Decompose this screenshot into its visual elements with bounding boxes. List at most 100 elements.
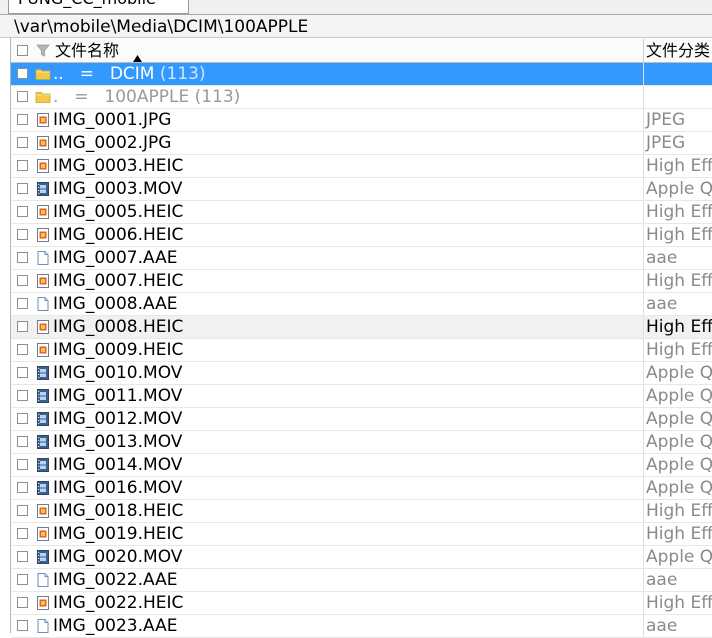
file-row[interactable]: IMG_0012.MOV Apple QuickTime <box>11 408 712 431</box>
file-row[interactable]: IMG_0016.MOV Apple QuickTime <box>11 477 712 500</box>
video-file-icon <box>35 411 51 427</box>
tab-strip: FUNG_CC_mobile <box>0 0 712 15</box>
file-row[interactable]: IMG_0009.HEIC High Efficiency Image <box>11 339 712 362</box>
type-cell: aae <box>646 616 678 636</box>
file-name: IMG_0003.HEIC <box>53 156 184 176</box>
file-row[interactable]: IMG_0023.AAE aae <box>11 615 712 638</box>
folder-row[interactable]: . = 100APPLE (113) <box>11 86 712 109</box>
row-checkbox[interactable] <box>17 574 28 585</box>
row-checkbox[interactable] <box>17 183 28 194</box>
row-checkbox[interactable] <box>17 390 28 401</box>
file-name: IMG_0022.HEIC <box>53 593 184 613</box>
file-name: IMG_0008.HEIC <box>53 317 184 337</box>
file-list-header: 文件名称 文件分类 <box>11 39 712 63</box>
folder-icon <box>35 66 51 82</box>
row-checkbox[interactable] <box>17 68 28 79</box>
row-checkbox[interactable] <box>17 137 28 148</box>
file-name: IMG_0020.MOV <box>53 547 183 567</box>
type-cell: High Efficiency Image <box>646 225 712 245</box>
filter-icon[interactable] <box>36 43 50 57</box>
row-checkbox[interactable] <box>17 206 28 217</box>
file-row[interactable]: IMG_0022.HEIC High Efficiency Image <box>11 592 712 615</box>
video-file-icon <box>35 480 51 496</box>
file-row[interactable]: IMG_0007.AAE aae <box>11 247 712 270</box>
type-cell: Apple QuickTime <box>646 363 712 383</box>
row-checkbox[interactable] <box>17 114 28 125</box>
column-header-name[interactable]: 文件名称 <box>11 39 644 62</box>
name-cell: IMG_0007.HEIC <box>11 270 644 292</box>
file-name: IMG_0005.HEIC <box>53 202 184 222</box>
file-name: IMG_0022.AAE <box>53 570 178 590</box>
file-name: IMG_0016.MOV <box>53 478 183 498</box>
row-checkbox[interactable] <box>17 252 28 263</box>
type-cell: aae <box>646 570 678 590</box>
name-cell: IMG_0007.AAE <box>11 247 644 269</box>
row-checkbox[interactable] <box>17 160 28 171</box>
column-header-type[interactable]: 文件分类 <box>645 39 712 62</box>
file-row[interactable]: IMG_0003.HEIC High Efficiency Image <box>11 155 712 178</box>
file-row[interactable]: IMG_0011.MOV Apple QuickTime <box>11 385 712 408</box>
row-checkbox[interactable] <box>17 551 28 562</box>
image-file-icon <box>35 595 51 611</box>
row-checkbox[interactable] <box>17 482 28 493</box>
file-row[interactable]: IMG_0018.HEIC High Efficiency Image <box>11 500 712 523</box>
file-row[interactable]: IMG_0001.JPG JPEG <box>11 109 712 132</box>
file-row[interactable]: IMG_0007.HEIC High Efficiency Image <box>11 270 712 293</box>
row-checkbox[interactable] <box>17 321 28 332</box>
document-file-icon <box>35 296 51 312</box>
name-cell: IMG_0019.HEIC <box>11 523 644 545</box>
type-cell: High Efficiency Image <box>646 501 712 521</box>
file-row[interactable]: IMG_0022.AAE aae <box>11 569 712 592</box>
row-checkbox[interactable] <box>17 413 28 424</box>
row-checkbox[interactable] <box>17 344 28 355</box>
file-row[interactable]: IMG_0002.JPG JPEG <box>11 132 712 155</box>
row-checkbox[interactable] <box>17 505 28 516</box>
row-checkbox[interactable] <box>17 620 28 631</box>
image-file-icon <box>35 273 51 289</box>
select-all-checkbox[interactable] <box>17 45 28 56</box>
type-cell: Apple QuickTime <box>646 432 712 452</box>
tab-device[interactable]: FUNG_CC_mobile <box>8 0 189 14</box>
file-row[interactable]: IMG_0005.HEIC High Efficiency Image <box>11 201 712 224</box>
file-name: IMG_0008.AAE <box>53 294 178 314</box>
row-checkbox[interactable] <box>17 528 28 539</box>
file-row[interactable]: IMG_0014.MOV Apple QuickTime <box>11 454 712 477</box>
row-checkbox[interactable] <box>17 597 28 608</box>
file-name: IMG_0014.MOV <box>53 455 183 475</box>
folder-equals: = <box>74 87 89 107</box>
type-cell: Apple QuickTime <box>646 547 712 567</box>
row-checkbox[interactable] <box>17 91 28 102</box>
name-cell: . = 100APPLE (113) <box>11 86 644 108</box>
file-name: IMG_0003.MOV <box>53 179 183 199</box>
file-name: IMG_0019.HEIC <box>53 524 184 544</box>
row-checkbox[interactable] <box>17 229 28 240</box>
video-file-icon <box>35 388 51 404</box>
folder-row[interactable]: .. = DCIM (113) <box>11 63 712 86</box>
document-file-icon <box>35 250 51 266</box>
name-cell: IMG_0006.HEIC <box>11 224 644 246</box>
column-name-label: 文件名称 <box>55 41 120 60</box>
file-row[interactable]: IMG_0008.HEIC High Efficiency Image <box>11 316 712 339</box>
video-file-icon <box>35 434 51 450</box>
file-row[interactable]: IMG_0019.HEIC High Efficiency Image <box>11 523 712 546</box>
file-name: IMG_0011.MOV <box>53 386 183 406</box>
video-file-icon <box>35 549 51 565</box>
name-cell: IMG_0001.JPG <box>11 109 644 131</box>
file-row[interactable]: IMG_0003.MOV Apple QuickTime <box>11 178 712 201</box>
row-checkbox[interactable] <box>17 298 28 309</box>
file-row[interactable]: IMG_0020.MOV Apple QuickTime <box>11 546 712 569</box>
row-checkbox[interactable] <box>17 275 28 286</box>
tab-label: FUNG_CC_mobile <box>18 0 156 8</box>
file-list: .. = DCIM (113). = 100APPLE (113) IMG_0001.JP… <box>11 63 712 638</box>
current-path: \var\mobile\Media\DCIM\100APPLE <box>14 17 309 37</box>
folder-count: (113) <box>189 87 241 107</box>
row-checkbox[interactable] <box>17 436 28 447</box>
file-row[interactable]: IMG_0010.MOV Apple QuickTime <box>11 362 712 385</box>
file-row[interactable]: IMG_0008.AAE aae <box>11 293 712 316</box>
file-row[interactable]: IMG_0013.MOV Apple QuickTime <box>11 431 712 454</box>
row-checkbox[interactable] <box>17 367 28 378</box>
type-cell: Apple QuickTime <box>646 179 712 199</box>
row-checkbox[interactable] <box>17 459 28 470</box>
file-row[interactable]: IMG_0006.HEIC High Efficiency Image <box>11 224 712 247</box>
type-cell: High Efficiency Image <box>646 156 712 176</box>
